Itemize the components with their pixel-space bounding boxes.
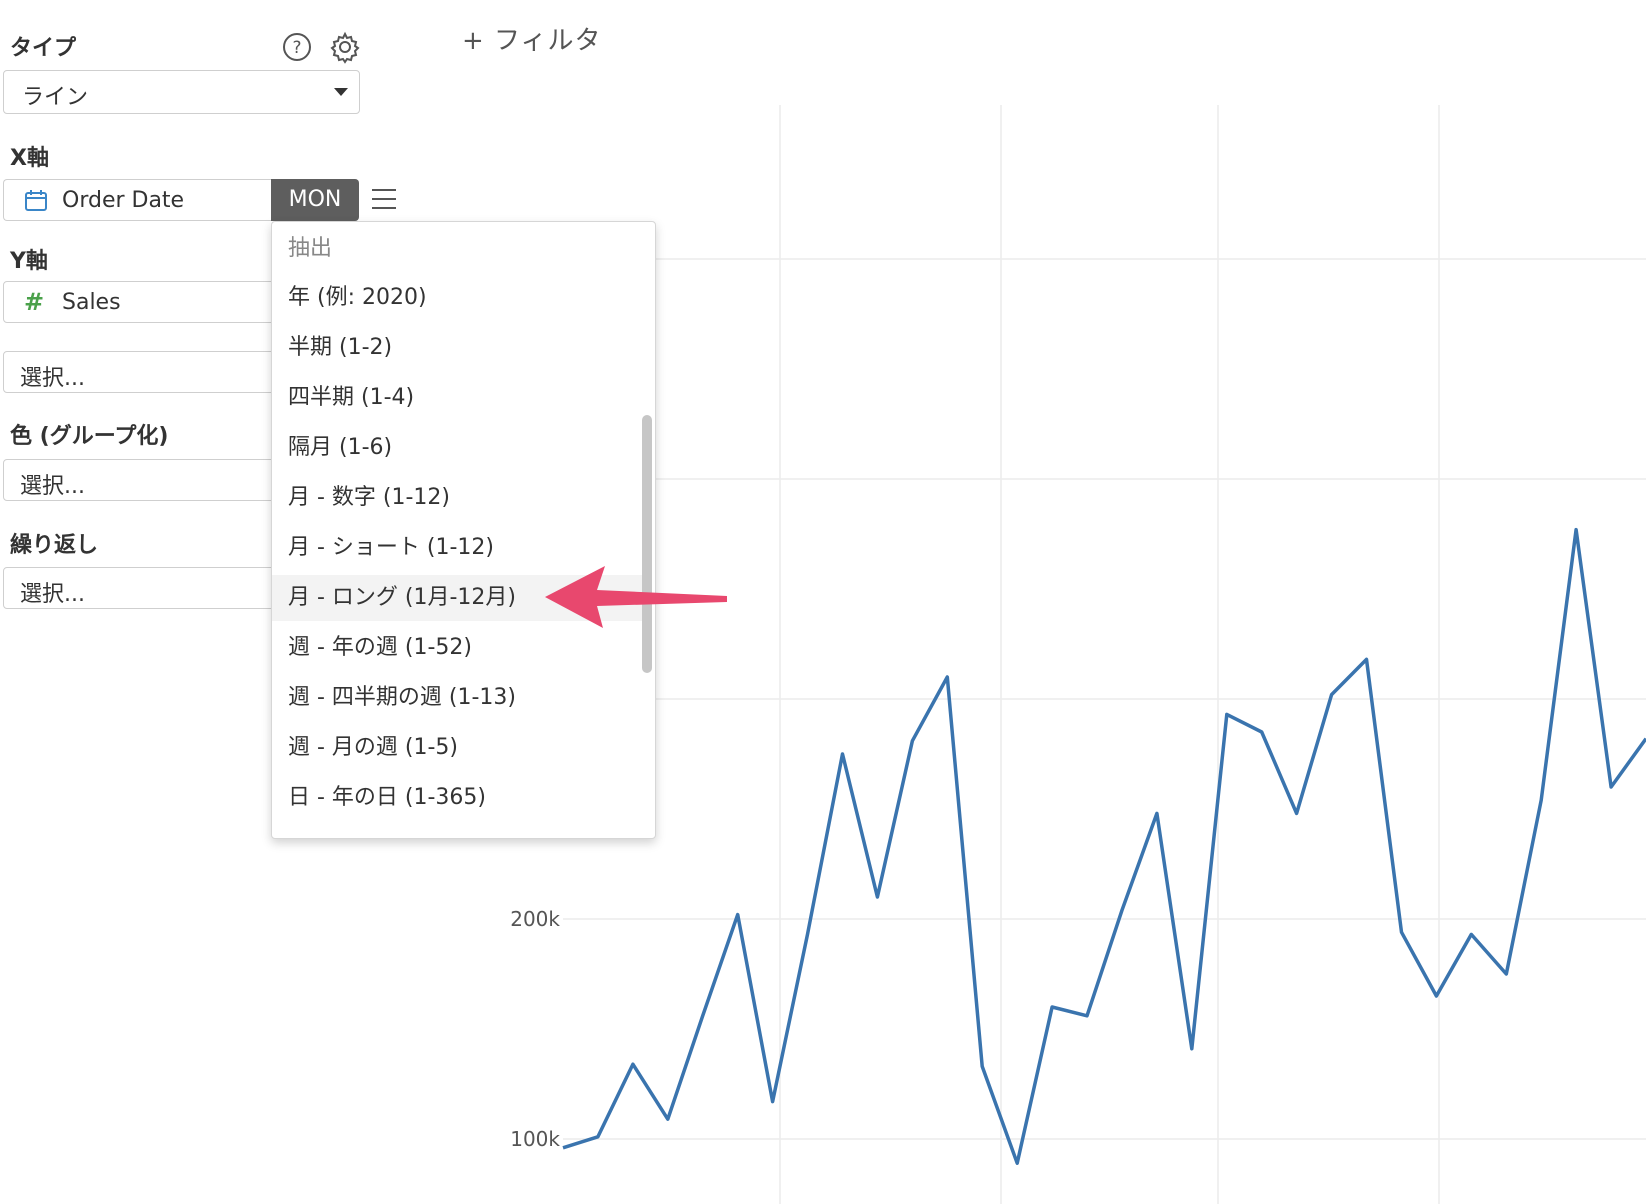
chart-grid	[563, 105, 1646, 1204]
granularity-menu[interactable]: 抽出 年 (例: 2020) 半期 (1-2) 四半期 (1-4) 隔月 (1-…	[271, 221, 656, 839]
menu-item-year[interactable]: 年 (例: 2020)	[272, 275, 642, 321]
arrow-annotation-icon	[545, 566, 727, 628]
menu-item-week-of-quarter[interactable]: 週 - 四半期の週 (1-13)	[272, 675, 642, 721]
menu-item-day-of-year[interactable]: 日 - 年の日 (1-365)	[272, 775, 642, 821]
menu-item-week-of-month[interactable]: 週 - 月の週 (1-5)	[272, 725, 642, 771]
menu-header: 抽出	[288, 236, 333, 261]
menu-item-half[interactable]: 半期 (1-2)	[272, 325, 642, 371]
menu-item-month-number[interactable]: 月 - 数字 (1-12)	[272, 475, 642, 521]
menu-item-quarter[interactable]: 四半期 (1-4)	[272, 375, 642, 421]
y-tick-label-200k: 200k	[510, 907, 560, 931]
y-tick-label-100k: 100k	[510, 1127, 560, 1151]
line-chart	[562, 105, 1646, 1204]
menu-item-bimonth[interactable]: 隔月 (1-6)	[272, 425, 642, 471]
